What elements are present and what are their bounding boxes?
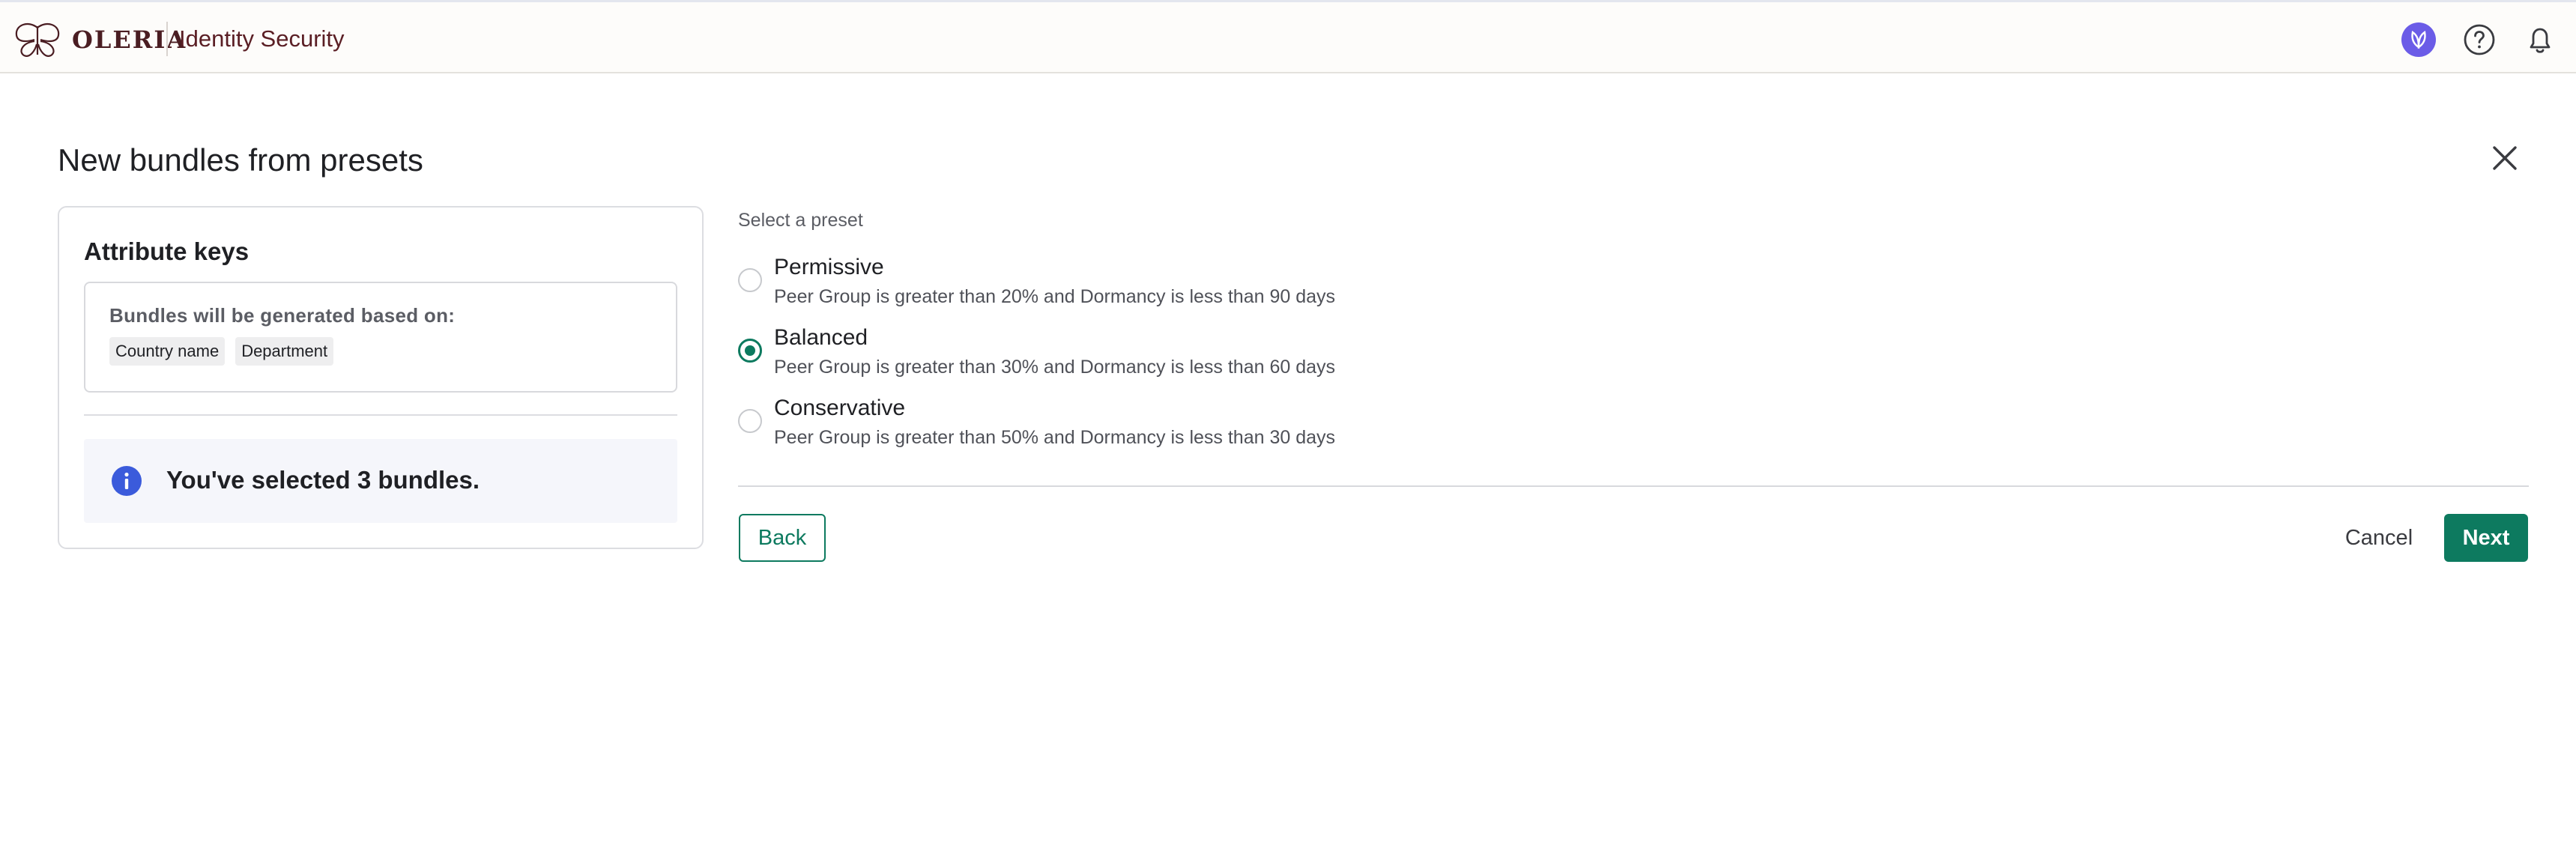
preset-radio-permissive[interactable] [738,268,762,292]
ai-assistant-icon[interactable] [2401,22,2437,58]
info-icon [111,465,142,497]
page-title: New bundles from presets [58,142,423,178]
preset-label: Conservative [774,396,906,420]
bell-icon[interactable] [2522,22,2558,58]
attribute-chip-list: Country name Department [109,337,334,366]
selection-info-banner: You've selected 3 bundles. [84,439,677,523]
close-icon[interactable] [2486,139,2524,177]
cancel-button[interactable]: Cancel [2330,514,2428,562]
preset-label: Permissive [774,255,884,279]
attribute-basis-label: Bundles will be generated based on: [109,304,456,327]
brand-name: OLERIA [72,25,187,54]
preset-option-balanced[interactable]: Balanced Peer Group is greater than 30% … [738,325,1487,385]
attribute-keys-card: Attribute keys Bundles will be generated… [58,206,704,549]
card-divider [84,414,677,416]
product-name: Identity Security [179,25,345,52]
attribute-chip: Department [235,337,334,366]
header-divider [166,22,168,56]
attribute-basis-box: Bundles will be generated based on: Coun… [84,282,677,393]
preset-description: Peer Group is greater than 30% and Dorma… [774,357,1336,378]
attribute-chip: Country name [109,337,226,366]
preset-label: Balanced [774,325,868,350]
preset-heading: Select a preset [738,210,863,231]
attribute-keys-title: Attribute keys [84,237,250,265]
next-button[interactable]: Next [2444,514,2528,562]
butterfly-logo-icon[interactable] [12,22,63,58]
top-bar: OLERIA Identity Security [0,0,2576,73]
preset-description: Peer Group is greater than 50% and Dorma… [774,427,1336,448]
preset-radio-balanced[interactable] [738,339,762,363]
preset-radio-conservative[interactable] [738,409,762,433]
preset-description: Peer Group is greater than 20% and Dorma… [774,286,1336,307]
selection-info-text: You've selected 3 bundles. [166,466,480,494]
preset-option-permissive[interactable]: Permissive Peer Group is greater than 20… [738,255,1487,315]
footer-divider [738,485,2529,487]
help-icon[interactable] [2461,22,2497,58]
back-button[interactable]: Back [739,514,826,562]
preset-option-conservative[interactable]: Conservative Peer Group is greater than … [738,396,1487,455]
